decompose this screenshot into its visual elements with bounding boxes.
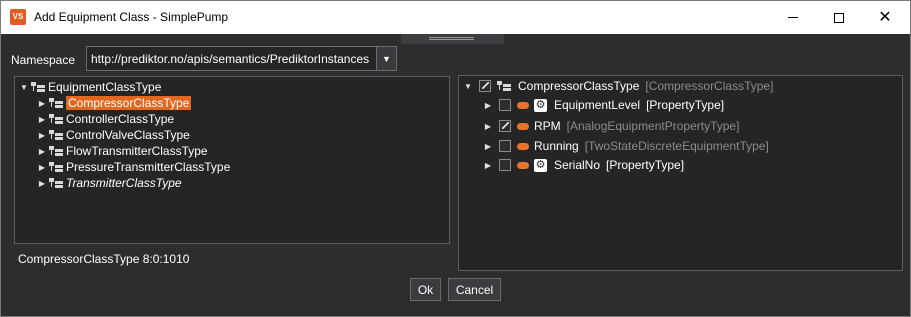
expand-right-icon[interactable]: ▶ — [483, 122, 493, 131]
expand-down-icon[interactable]: ▼ — [19, 83, 29, 92]
tree-item-label: CompressorClassType — [66, 96, 192, 110]
member-checkbox[interactable] — [499, 120, 511, 132]
tree-item-label: ControllerClassType — [66, 112, 175, 126]
member-label: SerialNo — [554, 158, 601, 172]
expand-right-icon[interactable]: ▶ — [37, 163, 47, 172]
class-type-icon — [49, 177, 63, 189]
tree-item[interactable]: ▶ PressureTransmitterClassType — [37, 159, 230, 175]
member-row[interactable]: ▶ ⚙ EquipmentLevel [PropertyType] — [483, 97, 724, 113]
class-type-icon — [31, 81, 45, 93]
expand-right-icon[interactable]: ▶ — [37, 131, 47, 140]
chevron-down-icon: ▼ — [382, 53, 391, 64]
class-type-icon — [49, 129, 63, 141]
class-type-icon — [49, 97, 63, 109]
property-icon — [517, 142, 529, 150]
member-row[interactable]: ▶ ⚙ SerialNo [PropertyType] — [483, 157, 684, 173]
ok-button[interactable]: Ok — [410, 278, 441, 301]
namespace-dropdown[interactable]: http://prediktor.no/apis/semantics/Predi… — [86, 46, 397, 71]
expand-right-icon[interactable]: ▶ — [483, 161, 493, 170]
class-type-tree[interactable]: ▼ EquipmentClassType ▶ CompressorClassTy… — [14, 76, 450, 244]
tree-item[interactable]: ▶ TransmitterClassType — [37, 175, 182, 191]
tree-item-label: ControlValveClassType — [66, 128, 190, 142]
cancel-button[interactable]: Cancel — [448, 278, 501, 301]
expand-right-icon[interactable]: ▶ — [37, 147, 47, 156]
tree-root-type: [CompressorClassType] — [645, 79, 774, 93]
dialog-window: VS Add Equipment Class - SimplePump ✕ Na… — [0, 0, 911, 317]
expand-right-icon[interactable]: ▶ — [37, 179, 47, 188]
member-checkbox[interactable] — [499, 159, 511, 171]
property-icon — [517, 122, 529, 130]
tree-item-label: PressureTransmitterClassType — [66, 160, 231, 174]
maximize-icon — [834, 12, 844, 23]
splitter-handle[interactable] — [401, 34, 504, 44]
tree-root-row[interactable]: ▼ EquipmentClassType — [19, 79, 161, 95]
expand-right-icon[interactable]: ▶ — [483, 142, 493, 151]
property-icon — [517, 161, 529, 169]
member-row[interactable]: ▶ RPM [AnalogEquipmentPropertyType] — [483, 118, 740, 134]
member-checkbox[interactable] — [499, 140, 511, 152]
tree-item-label: TransmitterClassType — [66, 176, 182, 190]
expand-right-icon[interactable]: ▶ — [483, 101, 493, 110]
window-title: Add Equipment Class - SimplePump — [34, 10, 229, 24]
grip-icon — [429, 37, 474, 40]
namespace-label: Namespace — [11, 53, 76, 67]
member-row[interactable]: ▶ Running [TwoStateDiscreteEquipmentType… — [483, 138, 769, 154]
member-type: [TwoStateDiscreteEquipmentType] — [584, 139, 769, 153]
close-button[interactable]: ✕ — [862, 1, 908, 34]
expand-down-icon[interactable]: ▼ — [463, 82, 473, 91]
expand-right-icon[interactable]: ▶ — [37, 115, 47, 124]
gear-icon: ⚙ — [534, 98, 547, 112]
class-type-icon — [497, 80, 511, 92]
tree-item[interactable]: ▶ CompressorClassType — [37, 95, 192, 111]
member-label: RPM — [534, 119, 561, 133]
class-type-icon — [49, 113, 63, 125]
gear-icon: ⚙ — [534, 158, 547, 172]
maximize-button[interactable] — [816, 1, 862, 34]
class-type-icon — [49, 161, 63, 173]
property-icon — [517, 101, 529, 109]
member-checkbox[interactable] — [499, 99, 511, 111]
expand-right-icon[interactable]: ▶ — [37, 99, 47, 108]
member-type: [PropertyType] — [606, 158, 685, 172]
close-icon: ✕ — [878, 8, 892, 26]
class-type-icon — [49, 145, 63, 157]
member-type: [PropertyType] — [646, 98, 725, 112]
member-type: [AnalogEquipmentPropertyType] — [566, 119, 740, 133]
tree-root-label: CompressorClassType — [518, 79, 640, 93]
selected-class-status: CompressorClassType 8:0:1010 — [18, 252, 190, 266]
class-members-tree[interactable]: ▼ CompressorClassType [CompressorClassTy… — [458, 75, 903, 271]
tree-item[interactable]: ▶ ControllerClassType — [37, 111, 174, 127]
tree-root-row[interactable]: ▼ CompressorClassType [CompressorClassTy… — [463, 78, 773, 94]
title-bar[interactable]: VS Add Equipment Class - SimplePump ✕ — [1, 1, 910, 34]
namespace-value: http://prediktor.no/apis/semantics/Predi… — [91, 52, 370, 66]
member-label: Running — [534, 139, 579, 153]
app-icon: VS — [10, 9, 26, 25]
tree-item-label: FlowTransmitterClassType — [66, 144, 208, 158]
root-checkbox[interactable] — [479, 80, 491, 92]
minimize-icon — [788, 17, 798, 18]
tree-item[interactable]: ▶ FlowTransmitterClassType — [37, 143, 208, 159]
minimize-button[interactable] — [770, 1, 816, 34]
dropdown-button[interactable]: ▼ — [376, 47, 396, 70]
member-label: EquipmentLevel — [554, 98, 641, 112]
tree-item[interactable]: ▶ ControlValveClassType — [37, 127, 190, 143]
tree-root-label: EquipmentClassType — [48, 80, 162, 94]
